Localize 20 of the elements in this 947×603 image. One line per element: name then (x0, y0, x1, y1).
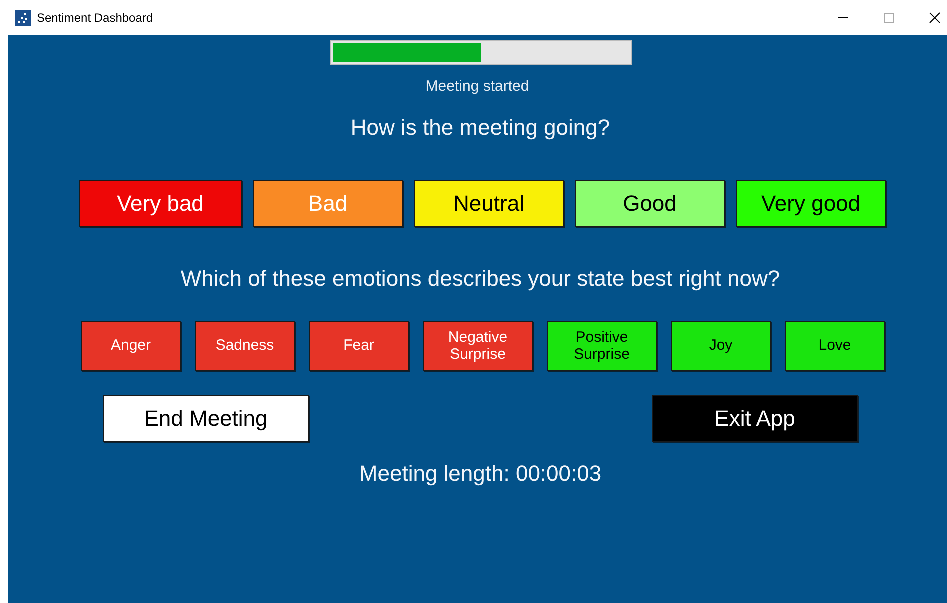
rating-button[interactable]: Good (575, 180, 725, 227)
exit-button[interactable]: Exit App (652, 395, 858, 442)
rating-button[interactable]: Very good (736, 180, 886, 227)
close-icon[interactable] (929, 12, 941, 24)
status-text: Meeting started (426, 78, 530, 95)
app-icon (15, 10, 31, 26)
window-title: Sentiment Dashboard (37, 10, 154, 24)
emotion-button[interactable]: Joy (671, 321, 771, 371)
emotion-button[interactable]: Love (785, 321, 885, 371)
question-text: How is the meeting going? (350, 115, 610, 141)
rating-button[interactable]: Very bad (79, 180, 242, 227)
emotion-button[interactable]: Sadness (195, 321, 295, 371)
emotion-button[interactable]: Fear (309, 321, 409, 371)
meeting-length-text: Meeting length: 00:00:03 (359, 461, 602, 487)
emotion-button[interactable]: Positive Surprise (547, 321, 657, 371)
end-meeting-button[interactable]: End Meeting (103, 395, 309, 442)
question-text: Which of these emotions describes your state best right now? (180, 266, 780, 292)
emotion-button[interactable]: Anger (81, 321, 181, 371)
emotion-button[interactable]: Negative Surprise (423, 321, 533, 371)
rating-button[interactable]: Neutral (414, 180, 564, 227)
